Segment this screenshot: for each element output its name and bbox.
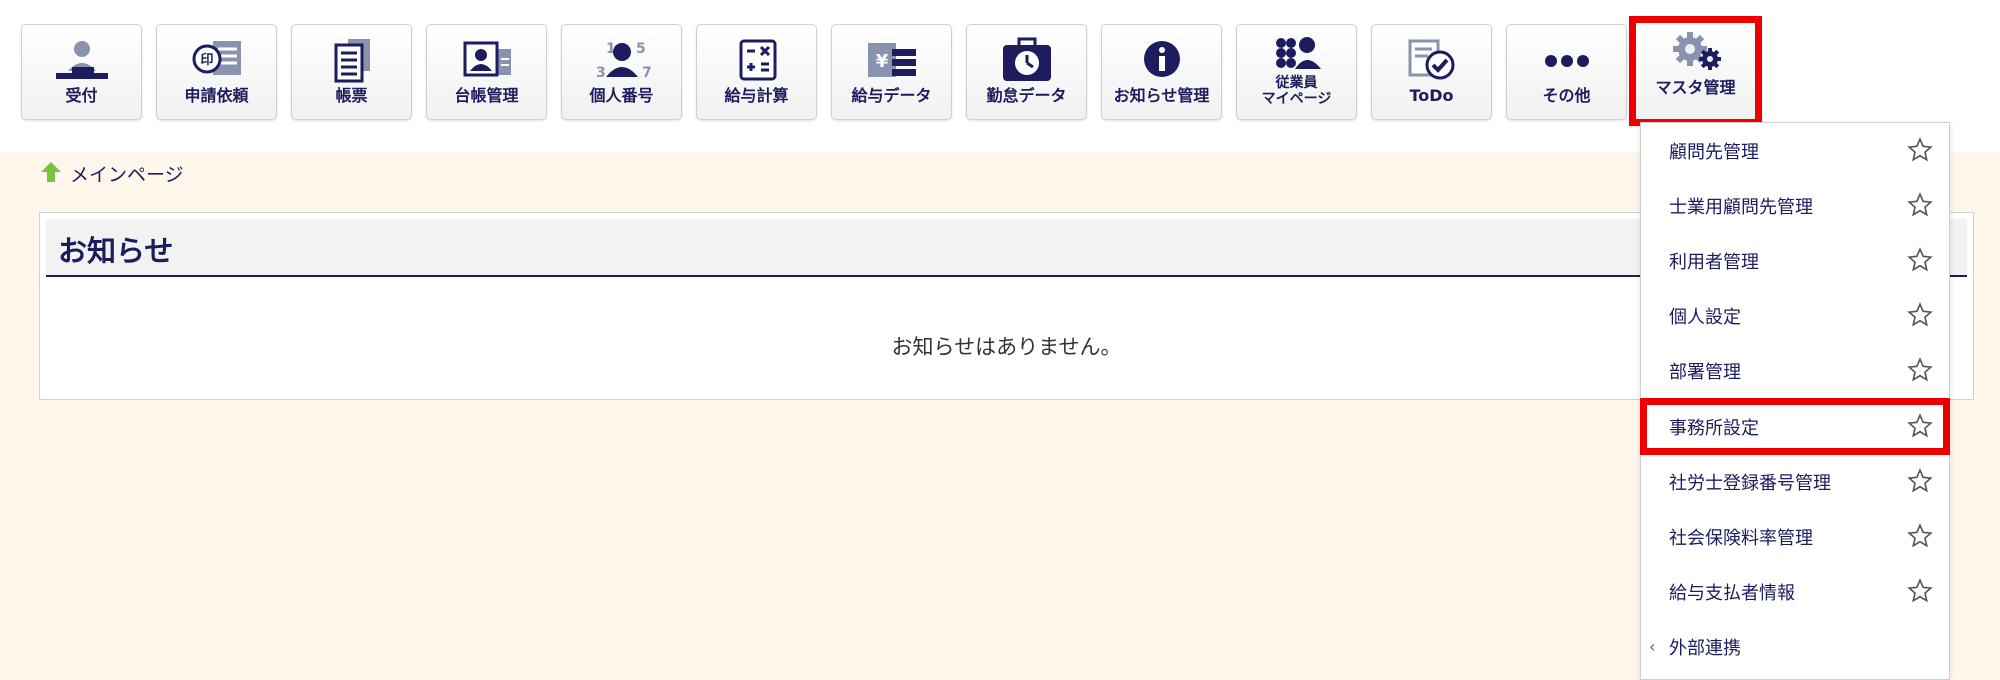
menu-item-label: 顧問先管理 [1669,141,1759,163]
reception-label: 受付 [65,86,98,105]
svg-text:3: 3 [596,65,606,81]
favorite-star-icon[interactable] [1907,137,1933,163]
menu-item-label: 社会保険料率管理 [1669,527,1813,549]
menu-item-payer-information[interactable]: 給与支払者情報 [1641,564,1949,619]
favorite-star-icon[interactable] [1907,302,1933,328]
svg-text:¥: ¥ [875,51,888,72]
forms-icon [322,37,382,83]
employee-mypage-button[interactable]: 従業員 マイページ [1236,24,1357,120]
gears-icon [1666,29,1726,75]
favorite-star-icon[interactable] [1907,357,1933,383]
svg-text:7: 7 [642,65,652,81]
other-label: その他 [1542,86,1591,105]
menu-item-label: 外部連携 [1669,637,1741,659]
favorite-star-icon[interactable] [1907,468,1933,494]
reception-button[interactable]: 受付 [21,24,142,120]
todo-check-icon [1402,37,1462,83]
menu-item-label: 部署管理 [1669,361,1741,383]
ledger-management-button[interactable]: 台帳管理 [426,24,547,120]
menu-item-sharoushi-registration-number[interactable]: 社労士登録番号管理 [1641,454,1949,509]
more-dots-icon [1537,37,1597,83]
payroll-calculation-button[interactable]: 給与計算 [696,24,817,120]
chevron-left-icon: ‹ [1649,637,1656,656]
menu-item-external-integration[interactable]: ‹ 外部連携 [1641,619,1949,674]
info-icon [1132,37,1192,83]
master-management-label: マスタ管理 [1655,78,1736,97]
payroll-data-label: 給与データ [851,86,932,105]
menu-item-label: 社労士登録番号管理 [1669,472,1831,494]
breadcrumb[interactable]: メインページ [40,160,184,187]
yen-data-icon: ¥ [862,37,922,83]
svg-text:5: 5 [636,41,646,57]
svg-text:印: 印 [200,53,213,68]
favorite-star-icon[interactable] [1907,413,1933,439]
menu-item-label: 利用者管理 [1669,251,1759,273]
personal-number-button[interactable]: 1537 個人番号 [561,24,682,120]
application-request-button[interactable]: 印 申請依頼 [156,24,277,120]
employee-mypage-icon [1267,33,1327,73]
payroll-data-button[interactable]: ¥ 給与データ [831,24,952,120]
todo-label: ToDo [1409,86,1454,105]
todo-button[interactable]: ToDo [1371,24,1492,120]
breadcrumb-home-link[interactable]: メインページ [70,160,184,187]
attendance-data-button[interactable]: 勤怠データ [966,24,1087,120]
menu-item-social-insurance-rate[interactable]: 社会保険料率管理 [1641,509,1949,564]
calculator-icon [727,37,787,83]
menu-item-label: 事務所設定 [1669,417,1759,439]
forms-button[interactable]: 帳票 [291,24,412,120]
favorite-star-icon[interactable] [1907,578,1933,604]
favorite-star-icon[interactable] [1907,247,1933,273]
menu-item-client-management[interactable]: 顧問先管理 [1641,123,1949,178]
notice-management-button[interactable]: お知らせ管理 [1101,24,1222,120]
personal-number-icon: 1537 [592,37,652,83]
ledger-management-label: 台帳管理 [454,86,519,105]
employee-mypage-label: 従業員 マイページ [1261,75,1332,107]
menu-item-label: 個人設定 [1669,306,1741,328]
application-request-label: 申請依頼 [184,86,249,105]
forms-label: 帳票 [335,86,368,105]
menu-item-label: 給与支払者情報 [1669,582,1795,604]
menu-item-department-management[interactable]: 部署管理 [1641,343,1949,398]
seal-document-icon: 印 [187,37,247,83]
payroll-calculation-label: 給与計算 [724,86,789,105]
menu-item-label: 士業用顧問先管理 [1669,196,1813,218]
other-button[interactable]: その他 [1506,24,1627,120]
menu-item-office-settings[interactable]: 事務所設定 [1640,398,1950,455]
attendance-data-label: 勤怠データ [986,86,1067,105]
menu-item-user-management[interactable]: 利用者管理 [1641,233,1949,288]
menu-item-personal-settings[interactable]: 個人設定 [1641,288,1949,343]
home-icon [40,161,62,187]
master-management-button[interactable]: マスタ管理 [1629,16,1762,126]
attendance-clock-icon [997,37,1057,83]
favorite-star-icon[interactable] [1907,192,1933,218]
notice-title: お知らせ [58,234,174,268]
personal-number-label: 個人番号 [589,86,654,105]
reception-icon [52,37,112,83]
favorite-star-icon[interactable] [1907,523,1933,549]
master-management-menu: 顧問先管理 士業用顧問先管理 利用者管理 個人設定 部署管理 事務所設定 社労士… [1640,122,1950,680]
notice-management-label: お知らせ管理 [1113,86,1210,105]
ledger-card-icon [457,37,517,83]
menu-item-professional-client-management[interactable]: 士業用顧問先管理 [1641,178,1949,233]
